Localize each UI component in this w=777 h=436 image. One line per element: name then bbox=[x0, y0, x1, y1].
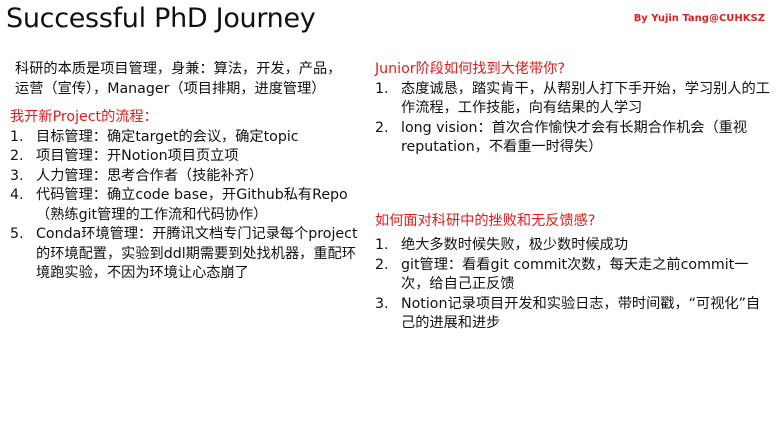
list-item-number: 2. bbox=[375, 119, 389, 136]
left-column: 科研的本质是项目管理，身兼：算法，开发，产品，运营（宣传），Manager（项目… bbox=[10, 60, 360, 284]
list-item-text: 态度诚恳，踏实肯干，从帮别人打下手开始，学习别人的工作流程，工作技能，向有结果的… bbox=[401, 80, 770, 117]
list-item: 4. 代码管理：确立code base，开Github私有Repo（熟练git管… bbox=[10, 186, 360, 225]
list-item-number: 4. bbox=[10, 187, 24, 203]
intro-text: 科研的本质是项目管理，身兼：算法，开发，产品，运营（宣传），Manager（项目… bbox=[15, 61, 342, 97]
list-item: 1. 目标管理：确定target的会议，确定topic bbox=[10, 128, 360, 148]
list-item-text: Notion记录项目开发和实验日志，带时间戳，“可视化”自己的进展和进步 bbox=[401, 295, 761, 332]
left-section-list: 1. 目标管理：确定target的会议，确定topic 2. 项目管理：开Not… bbox=[10, 128, 360, 284]
list-item: 2. long vision：首次合作愉快才会有长期合作机会（重视reputat… bbox=[375, 119, 770, 158]
left-section-heading: 我开新Project的流程： bbox=[10, 109, 158, 125]
right-section-2-heading: 如何面对科研中的挫败和无反馈感? bbox=[375, 212, 596, 229]
list-item: 5. Conda环境管理：开腾讯文档专门记录每个project的环境配置，实验到… bbox=[10, 225, 360, 284]
list-item: 3. 人力管理：思考合作者（技能补齐） bbox=[10, 167, 360, 187]
list-item-text: 绝大多数时候失败，极少数时候成功 bbox=[401, 237, 629, 253]
list-item-text: 目标管理：确定target的会议，确定topic bbox=[36, 128, 299, 145]
list-item: 2. 项目管理：开Notion项目页立项 bbox=[10, 147, 360, 167]
list-item-text: long vision：首次合作愉快才会有长期合作机会（重视reputation… bbox=[401, 119, 748, 156]
list-item-number: 1. bbox=[10, 128, 24, 145]
right-column: Junior阶段如何找到大佬带你? 1. 态度诚恳，踏实肯干，从帮别人打下手开始… bbox=[375, 60, 770, 334]
list-item-text: 项目管理：开Notion项目页立项 bbox=[36, 148, 239, 164]
right-section-1-heading: Junior阶段如何找到大佬带你? bbox=[375, 61, 566, 77]
list-item: 3. Notion记录项目开发和实验日志，带时间戳，“可视化”自己的进展和进步 bbox=[375, 295, 770, 334]
list-item-text: Conda环境管理：开腾讯文档专门记录每个project的环境配置，实验到ddl… bbox=[36, 226, 358, 281]
list-item: 1. 态度诚恳，踏实肯干，从帮别人打下手开始，学习别人的工作流程，工作技能，向有… bbox=[375, 80, 770, 119]
slide-title: Successful PhD Journey bbox=[6, 3, 316, 34]
author-credit: By Yujin Tang@CUHKSZ bbox=[633, 13, 765, 24]
list-item-number: 2. bbox=[375, 256, 389, 273]
list-item: 2. git管理：看看git commit次数，每天走之前commit一次，给自… bbox=[375, 256, 770, 295]
list-item-number: 1. bbox=[375, 80, 389, 97]
list-item-number: 3. bbox=[375, 295, 389, 312]
list-item-text: 人力管理：思考合作者（技能补齐） bbox=[36, 167, 264, 184]
list-item-text: 代码管理：确立code base，开Github私有Repo（熟练git管理的工… bbox=[36, 187, 348, 223]
right-section-2-list: 1. 绝大多数时候失败，极少数时候成功 2. git管理：看看git commi… bbox=[375, 236, 770, 334]
right-section-1-list: 1. 态度诚恳，踏实肯干，从帮别人打下手开始，学习别人的工作流程，工作技能，向有… bbox=[375, 80, 770, 158]
list-item-number: 5. bbox=[10, 226, 24, 242]
list-item-text: git管理：看看git commit次数，每天走之前commit一次，给自己正反… bbox=[401, 256, 749, 293]
list-item-number: 1. bbox=[375, 237, 389, 253]
slide: Successful PhD Journey By Yujin Tang@CUH… bbox=[0, 0, 777, 436]
list-item-number: 2. bbox=[10, 148, 24, 164]
list-item: 1. 绝大多数时候失败，极少数时候成功 bbox=[375, 236, 770, 256]
list-item-number: 3. bbox=[10, 167, 24, 184]
